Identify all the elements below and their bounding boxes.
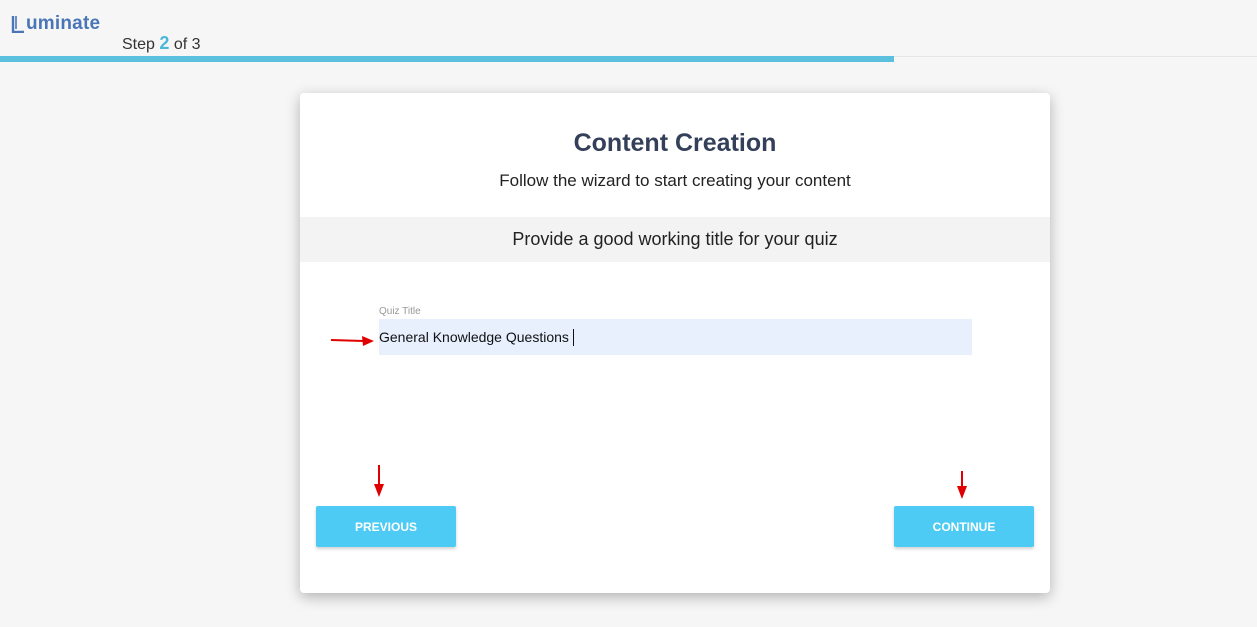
card-title: Content Creation [573,129,777,157]
text-cursor [572,328,574,346]
logo-text: uminate [26,13,101,34]
top-header: uminate Step 2 of 3 [0,0,1257,57]
prompt-band: Provide a good working title for your qu… [300,217,1050,262]
progress-bar-fill [0,56,894,62]
step-indicator: Step 2 of 3 [122,33,201,54]
previous-button[interactable]: PREVIOUS [316,506,456,547]
step-prefix: Step [122,36,155,53]
step-current: 2 [159,33,170,53]
continue-button[interactable]: CONTINUE [894,506,1034,547]
card-subtitle: Follow the wizard to start creating your… [499,171,851,190]
quiz-title-input[interactable]: General Knowledge Questions [379,319,972,355]
progress-bar [0,56,1257,62]
luminate-logo[interactable]: uminate [11,14,100,34]
quiz-title-value: General Knowledge Questions [379,329,569,345]
quiz-title-label: Quiz Title [379,306,421,317]
prompt-text: Provide a good working title for your qu… [512,229,838,249]
step-suffix: of 3 [173,36,201,53]
luminate-logo-icon [11,16,24,33]
wizard-card: Content Creation Follow the wizard to st… [300,93,1050,593]
